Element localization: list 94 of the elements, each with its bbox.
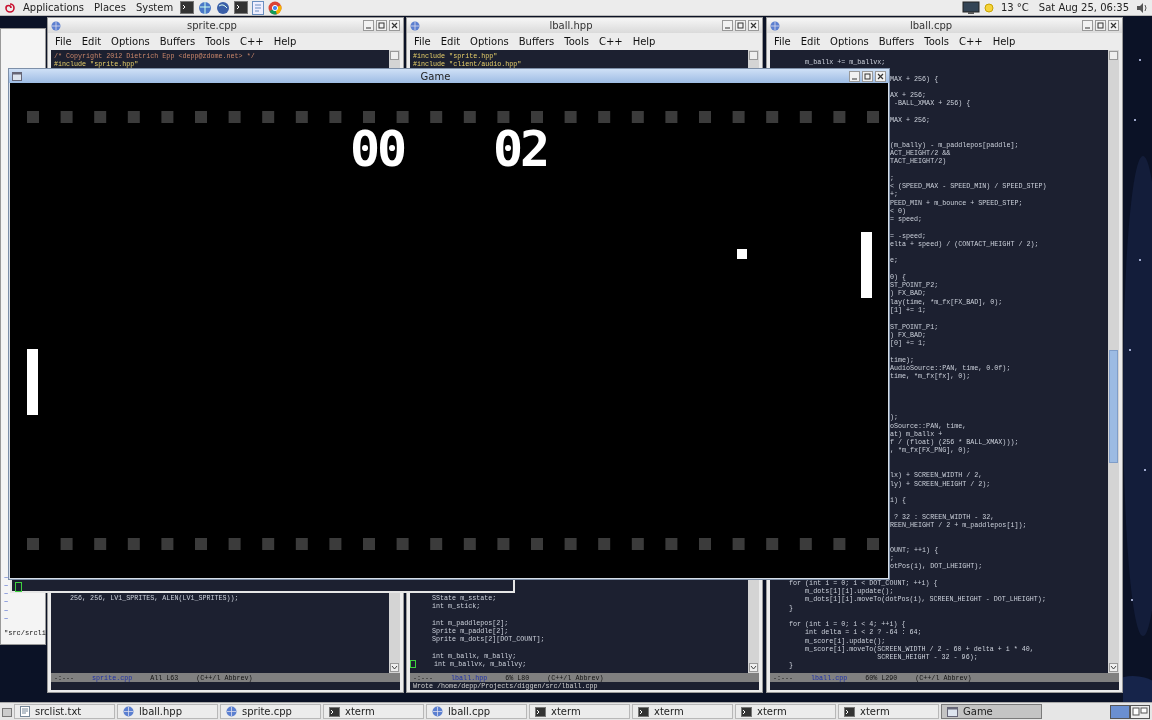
weather-temperature[interactable]: 13 °C [997,2,1032,13]
paddle [27,349,38,415]
minimize-button[interactable] [1082,20,1093,31]
scroll-down-icon[interactable] [390,663,399,672]
minimize-button[interactable] [722,20,733,31]
menu-item[interactable]: Edit [81,36,102,47]
taskbar-button[interactable]: lball.hpp [117,704,218,719]
monitor-icon[interactable] [961,0,980,15]
terminal-icon[interactable] [180,1,195,14]
maximize-button[interactable] [735,20,746,31]
terminal-icon [844,706,855,717]
maximize-button[interactable] [1095,20,1106,31]
workspace-switcher-icon[interactable] [1110,704,1150,719]
taskbar-button[interactable]: xterm [529,704,630,719]
menu-item[interactable]: File [55,36,72,47]
globe-icon [410,20,420,31]
menu-item[interactable]: Help [273,36,297,47]
globe-icon [770,20,780,31]
menu-item[interactable]: C++ [598,36,623,47]
panel-menu[interactable]: System [132,2,177,13]
menu-item[interactable]: Tools [924,36,949,47]
browser-icon[interactable] [268,0,283,15]
taskbar-button[interactable]: sprite.cpp [220,704,321,719]
menu-item[interactable]: Help [992,36,1016,47]
maximize-button[interactable] [376,20,387,31]
menu-item[interactable]: Options [830,36,869,47]
menu-item[interactable]: Options [111,36,150,47]
scroll-down-icon[interactable] [1109,663,1118,672]
globe-icon[interactable] [198,0,213,15]
document-icon [20,706,30,717]
score: 00 [350,123,405,175]
paddle [861,232,872,298]
minimize-button[interactable] [363,20,374,31]
maximize-icon [1097,22,1104,29]
menu-item[interactable]: C++ [958,36,983,47]
taskbar-button[interactable]: Game [941,704,1042,719]
minimize-button[interactable] [849,70,860,82]
close-button[interactable] [875,70,886,82]
taskbar-button[interactable]: xterm [735,704,836,719]
show-desktop-icon[interactable] [2,705,12,718]
menu-item[interactable]: Buffers [518,36,555,47]
close-button[interactable] [1108,20,1119,31]
sun-icon [983,2,994,13]
terminal-icon [638,706,649,717]
speaker-icon[interactable] [1136,1,1148,14]
menu-item[interactable]: Buffers [159,36,196,47]
taskbar-button[interactable]: lball.cpp [426,704,527,719]
maximize-icon [378,22,385,29]
menu-item[interactable]: Edit [440,36,461,47]
close-icon [1110,22,1117,29]
panel-menu[interactable]: Applications [20,2,88,13]
menu-item[interactable]: Buffers [878,36,915,47]
taskbar-button[interactable]: srclist.txt [14,704,115,719]
swirl-icon[interactable] [4,1,16,14]
clock[interactable]: Sat Aug 25, 06:35 [1035,2,1132,13]
close-icon [750,22,757,29]
taskbar-button[interactable]: xterm [838,704,939,719]
close-button[interactable] [389,20,400,31]
menu-item[interactable]: Tools [205,36,230,47]
globe-icon[interactable] [216,0,231,15]
menu-item[interactable]: File [414,36,431,47]
menu-item[interactable]: Options [470,36,509,47]
cursor-icon [15,582,22,592]
window-icon [12,71,22,81]
window-title: lball.hpp [548,20,594,31]
close-icon [391,22,398,29]
terminal-icon [329,706,340,717]
terminal-icon[interactable] [234,1,249,14]
close-icon [877,72,884,80]
menu-item[interactable]: C++ [239,36,264,47]
window-title: sprite.cpp [186,20,238,31]
maximize-icon [737,22,744,29]
taskbar-button[interactable]: xterm [632,704,733,719]
menu-item[interactable]: Tools [564,36,589,47]
window-icon [947,706,958,717]
globe-icon [51,20,61,31]
taskbar-button[interactable]: xterm [323,704,424,719]
maximize-button[interactable] [862,70,873,82]
globe-icon [123,706,134,717]
scroll-down-icon[interactable] [749,663,758,672]
menu-item[interactable]: Edit [800,36,821,47]
window-title: Game [419,70,452,82]
maximize-icon [864,72,871,80]
menu-item[interactable]: Help [632,36,656,47]
scrollbar-thumb[interactable] [1109,350,1118,463]
score: 02 [493,123,548,175]
globe-icon [432,706,443,717]
panel-menu[interactable]: Places [91,2,129,13]
close-button[interactable] [748,20,759,31]
globe-icon [226,706,237,717]
terminal-icon [741,706,752,717]
menu-item[interactable]: File [774,36,791,47]
terminal-icon [535,706,546,717]
window-title: lball.cpp [908,20,954,31]
